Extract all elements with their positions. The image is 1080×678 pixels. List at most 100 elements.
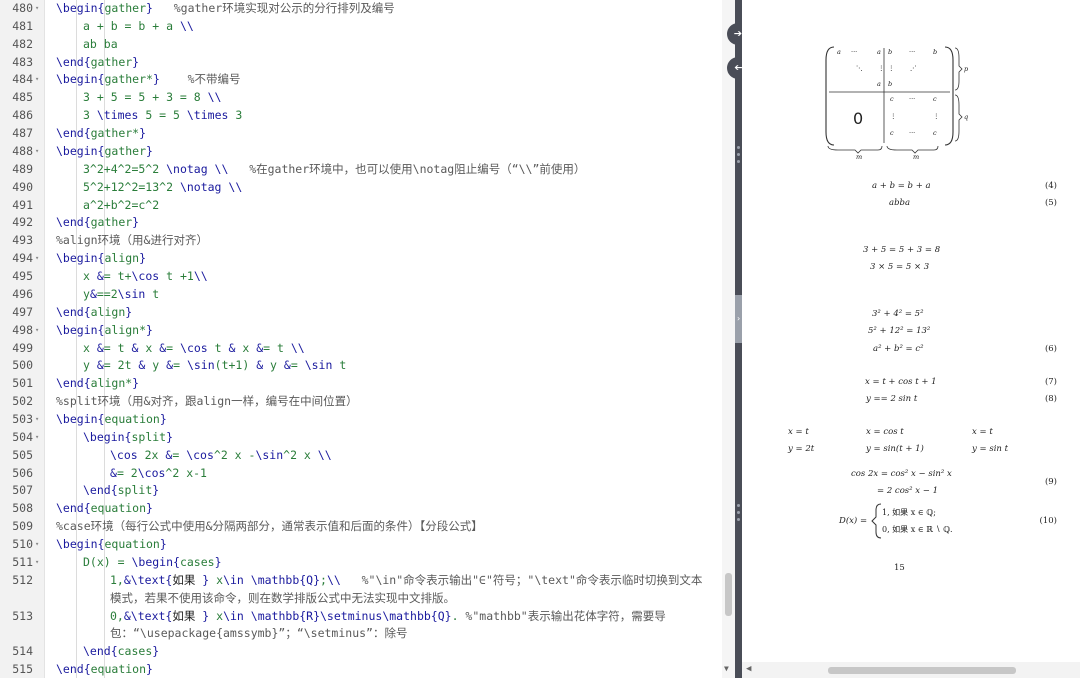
code-text[interactable]: 模式，若果不使用该命令，则在数学排版公式中无法实现中文排版。 xyxy=(110,590,455,608)
code-line[interactable]: 490 5^2+12^2=13^2 \notag \\ xyxy=(0,179,722,197)
code-line[interactable]: 494 ▾ \begin{align} xyxy=(0,250,722,268)
code-text[interactable]: \begin{gather*} %不带编号 xyxy=(56,71,241,89)
code-line[interactable]: 510 ▾ \begin{equation} xyxy=(0,536,722,554)
code-text[interactable]: %align环境（用&进行对齐） xyxy=(56,232,208,250)
code-text[interactable]: 3 \times 5 = 5 \times 3 xyxy=(83,107,242,125)
fold-toggle-icon[interactable]: ▾ xyxy=(35,143,39,161)
code-line[interactable]: 503 ▾ \begin{equation} xyxy=(0,411,722,429)
fold-toggle-icon[interactable]: ▾ xyxy=(35,554,39,572)
code-line[interactable]: 513 0,&\text{如果 } x\in \mathbb{R}\setminu… xyxy=(0,608,722,626)
code-text[interactable]: D(x) = \begin{cases} xyxy=(83,554,222,572)
code-text[interactable]: \begin{equation} xyxy=(56,411,167,429)
code-line[interactable]: 500 y &= 2t & y &= \sin(t+1) & y &= \sin … xyxy=(0,357,722,375)
code-text[interactable]: ab ba xyxy=(83,36,118,54)
code-line[interactable]: 484 ▾ \begin{gather*} %不带编号 xyxy=(0,71,722,89)
code-line[interactable]: 514 \end{cases} xyxy=(0,643,722,661)
code-lines[interactable]: 480 ▾ \begin{gather} %gather环境实现对公示的分行排列及编… xyxy=(0,0,722,678)
editor-scrollbar[interactable]: ▼ xyxy=(722,0,735,678)
fold-toggle-icon[interactable]: ▾ xyxy=(35,0,39,18)
code-line[interactable]: 515 \end{equation} xyxy=(0,661,722,678)
code-line[interactable]: 487 \end{gather*} xyxy=(0,125,722,143)
code-text[interactable]: x &= t+\cos t +1\\ xyxy=(83,268,208,286)
code-text[interactable]: \begin{align} xyxy=(56,250,146,268)
collapse-pane-button[interactable]: › xyxy=(735,295,742,343)
code-text[interactable]: \end{split} xyxy=(83,482,159,500)
code-line[interactable]: 486 3 \times 5 = 5 \times 3 xyxy=(0,107,722,125)
code-token: \cos xyxy=(137,465,166,480)
code-line[interactable]: 495 x &= t+\cos t +1\\ xyxy=(0,268,722,286)
preview-horizontal-scrollbar[interactable]: ◀ xyxy=(742,662,1080,678)
code-token: \notag \\ xyxy=(179,179,243,194)
code-line[interactable]: 507 \end{split} xyxy=(0,482,722,500)
fold-toggle-icon[interactable]: ▾ xyxy=(35,429,39,447)
code-line[interactable]: 496 y&==2\sin t xyxy=(0,286,722,304)
code-text[interactable]: 5^2+12^2=13^2 \notag \\ xyxy=(83,179,242,197)
pdf-preview[interactable]: a ··· a b ··· b ⋱ ⋮ ⋮ ⋰ a b c ··· c ⋮ ⋮ … xyxy=(742,0,1080,678)
code-text[interactable]: 0,&\text{如果 } x\in \mathbb{R}\setminus\m… xyxy=(110,608,666,626)
code-token: } xyxy=(146,1,153,15)
code-line[interactable]: 512 1,&\text{如果 } x\in \mathbb{Q};\\ %"\i… xyxy=(0,572,722,590)
code-line[interactable]: 480 ▾ \begin{gather} %gather环境实现对公示的分行排列及编… xyxy=(0,0,722,18)
code-line[interactable]: 493 %align环境（用&进行对齐） xyxy=(0,232,722,250)
code-line[interactable]: 483 \end{gather} xyxy=(0,54,722,72)
code-editor[interactable]: 480 ▾ \begin{gather} %gather环境实现对公示的分行排列及编… xyxy=(0,0,735,678)
code-line[interactable]: 488 ▾ \begin{gather} xyxy=(0,143,722,161)
code-line[interactable]: 485 3 + 5 = 5 + 3 = 8 \\ xyxy=(0,89,722,107)
code-text[interactable]: 3^2+4^2=5^2 \notag \\ %在gather环境中，也可以使用\… xyxy=(83,161,585,179)
scroll-down-icon[interactable]: ▼ xyxy=(724,664,729,673)
fold-toggle-icon[interactable]: ▾ xyxy=(35,536,39,554)
code-text[interactable]: 包：“\usepackage{amssymb}”；“\setminus”：除号 xyxy=(110,625,407,643)
code-line[interactable]: 509 %case环境（每行公式中使用&分隔两部分，通常表示值和后面的条件）【分段… xyxy=(0,518,722,536)
code-text[interactable]: %split环境（用&对齐，跟align一样，编号在中间位置） xyxy=(56,393,358,411)
code-text[interactable]: \end{equation} xyxy=(56,500,153,518)
fold-toggle-icon[interactable]: ▾ xyxy=(35,411,39,429)
code-line[interactable]: 499 x &= t & x &= \cos t & x &= t \\ xyxy=(0,340,722,358)
code-text[interactable]: x &= t & x &= \cos t & x &= t \\ xyxy=(83,340,305,358)
code-text[interactable]: \begin{align*} xyxy=(56,322,153,340)
code-text[interactable]: 1,&\text{如果 } x\in \mathbb{Q};\\ %"\in"命… xyxy=(110,572,702,590)
code-text[interactable]: a + b = b + a \\ xyxy=(83,18,194,36)
code-text[interactable]: \begin{gather} xyxy=(56,143,153,161)
code-line[interactable]: 504 ▾ \begin{split} xyxy=(0,429,722,447)
code-line[interactable]: 482 ab ba xyxy=(0,36,722,54)
code-text[interactable]: \begin{gather} %gather环境实现对公示的分行排列及编号 xyxy=(56,0,395,18)
code-text[interactable]: 3 + 5 = 5 + 3 = 8 \\ xyxy=(83,89,221,107)
code-line[interactable]: 489 3^2+4^2=5^2 \notag \\ %在gather环境中，也可以… xyxy=(0,161,722,179)
code-line[interactable]: 505 \cos 2x &= \cos^2 x -\sin^2 x \\ xyxy=(0,447,722,465)
code-line[interactable]: 497 \end{align} xyxy=(0,304,722,322)
code-text[interactable]: \end{cases} xyxy=(83,643,159,661)
code-line[interactable]: 501 \end{align*} xyxy=(0,375,722,393)
code-text[interactable]: \end{gather*} xyxy=(56,125,146,143)
code-text[interactable]: \end{equation} xyxy=(56,661,153,678)
code-line[interactable]: 508 \end{equation} xyxy=(0,500,722,518)
code-token: t xyxy=(145,286,160,301)
code-text[interactable]: %case环境（每行公式中使用&分隔两部分，通常表示值和后面的条件）【分段公式】 xyxy=(56,518,483,536)
code-line[interactable]: 491 a^2+b^2=c^2 xyxy=(0,197,722,215)
code-line[interactable]: 498 ▾ \begin{align*} xyxy=(0,322,722,340)
code-line[interactable]: 模式，若果不使用该命令，则在数学排版公式中无法实现中文排版。 xyxy=(0,590,722,608)
fold-toggle-icon[interactable]: ▾ xyxy=(35,71,39,89)
scroll-left-icon[interactable]: ◀ xyxy=(746,664,751,674)
code-line[interactable]: 511 ▾ D(x) = \begin{cases} xyxy=(0,554,722,572)
code-text[interactable]: y &= 2t & y &= \sin(t+1) & y &= \sin t xyxy=(83,357,346,375)
code-text[interactable]: \end{gather} xyxy=(56,214,139,232)
code-line[interactable]: 492 \end{gather} xyxy=(0,214,722,232)
code-text[interactable]: \end{align} xyxy=(56,304,132,322)
code-line[interactable]: 502 %split环境（用&对齐，跟align一样，编号在中间位置） xyxy=(0,393,722,411)
code-line[interactable]: 506 &= 2\cos^2 x-1 xyxy=(0,465,722,483)
fold-toggle-icon[interactable]: ▾ xyxy=(35,250,39,268)
fold-toggle-icon[interactable]: ▾ xyxy=(35,322,39,340)
code-text[interactable]: \begin{equation} xyxy=(56,536,167,554)
code-text[interactable]: a^2+b^2=c^2 xyxy=(83,197,159,215)
code-line[interactable]: 481 a + b = b + a \\ xyxy=(0,18,722,36)
preview-scrollbar-thumb[interactable] xyxy=(828,667,1016,674)
code-text[interactable]: &= 2\cos^2 x-1 xyxy=(110,465,207,483)
code-token: 3 xyxy=(228,108,243,123)
code-text[interactable]: \cos 2x &= \cos^2 x -\sin^2 x \\ xyxy=(110,447,332,465)
code-text[interactable]: \begin{split} xyxy=(83,429,173,447)
code-text[interactable]: y&==2\sin t xyxy=(83,286,159,304)
code-text[interactable]: \end{gather} xyxy=(56,54,139,72)
code-line[interactable]: 包：“\usepackage{amssymb}”；“\setminus”：除号 xyxy=(0,625,722,643)
editor-scrollbar-thumb[interactable] xyxy=(725,573,732,616)
code-text[interactable]: \end{align*} xyxy=(56,375,139,393)
